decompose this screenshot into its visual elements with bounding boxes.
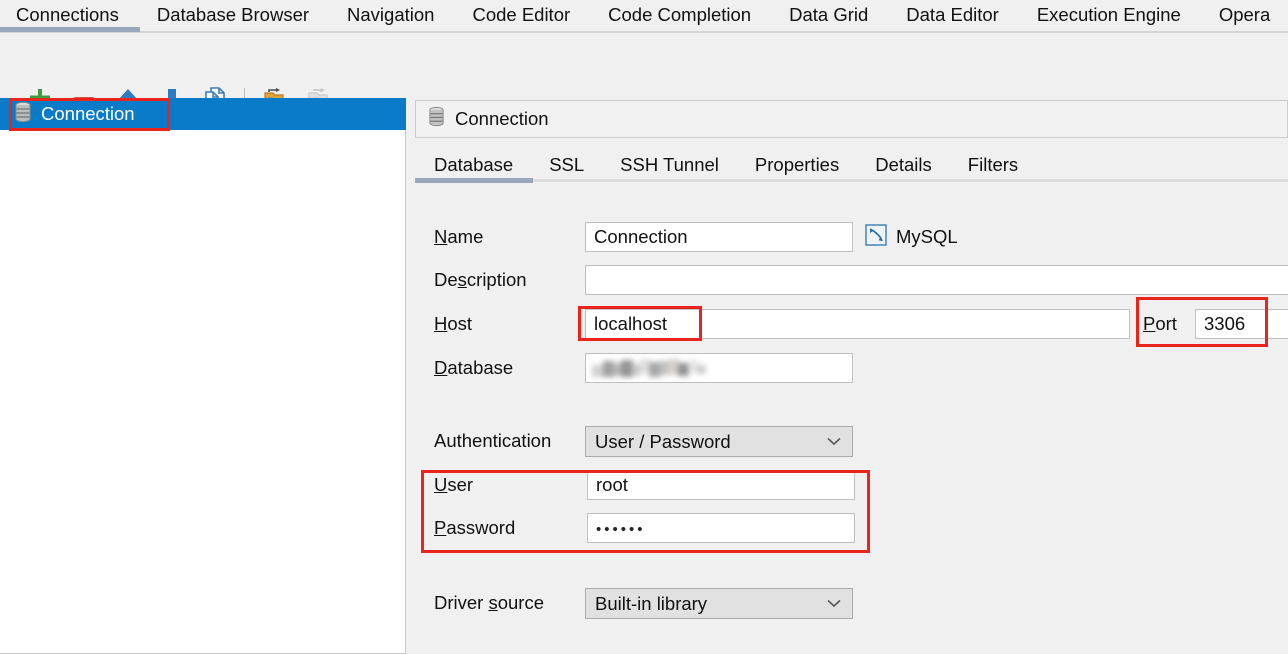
authentication-label: Authentication — [434, 430, 552, 451]
top-tab-database-browser[interactable]: Database Browser — [138, 0, 328, 29]
top-tab-data-grid[interactable]: Data Grid — [770, 0, 887, 29]
panel-tab-properties[interactable]: Properties — [737, 150, 857, 180]
name-input-value: Connection — [594, 226, 688, 247]
connections-list-panel: Connection — [0, 98, 406, 654]
host-input[interactable]: localhost — [585, 309, 1130, 339]
sidebar-item-connection[interactable]: Connection — [0, 98, 406, 130]
password-input-value: •••••• — [596, 521, 646, 538]
connection-details-panel: Connection Database SSL SSH Tunnel Properti… — [415, 98, 1288, 654]
active-panel-tab-indicator — [415, 178, 533, 183]
name-input[interactable]: Connection — [585, 222, 853, 252]
database-icon — [13, 101, 33, 128]
panel-tab-filters[interactable]: Filters — [950, 150, 1036, 180]
top-tab-bar: Connections Database Browser Navigation Cod… — [0, 0, 1288, 33]
panel-tab-list: Database SSL SSH Tunnel Properties Details Fi… — [415, 150, 1288, 180]
port-input[interactable]: 3306 — [1195, 309, 1288, 339]
panel-tab-ssh-tunnel[interactable]: SSH Tunnel — [602, 150, 737, 180]
port-input-value: 3306 — [1204, 313, 1246, 334]
user-label: User — [434, 474, 474, 495]
user-input[interactable]: root — [587, 470, 855, 500]
database-connection-settings-window: Connections Database Browser Navigation Cod… — [0, 0, 1288, 654]
database-value-redacted — [592, 357, 717, 379]
user-input-value: root — [596, 474, 628, 495]
description-label: Description — [434, 269, 527, 290]
password-label: Password — [434, 517, 516, 538]
top-tab-opera[interactable]: Opera — [1200, 0, 1288, 29]
panel-tab-database[interactable]: Database — [415, 150, 531, 180]
active-top-tab-indicator — [0, 27, 140, 32]
name-label: Name — [434, 226, 484, 247]
chevron-down-icon — [827, 427, 841, 456]
description-input[interactable] — [585, 265, 1288, 295]
connections-toolbar — [0, 35, 1288, 114]
driver-source-label: Driver source — [434, 592, 545, 613]
password-input[interactable]: •••••• — [587, 513, 855, 543]
database-icon — [427, 106, 446, 132]
panel-title: Connection — [455, 108, 549, 129]
driver-badge-label: MySQL — [896, 226, 958, 247]
driver-source-select[interactable]: Built-in library — [585, 588, 853, 619]
top-tab-code-completion[interactable]: Code Completion — [589, 0, 770, 29]
mysql-dolphin-icon — [865, 223, 887, 251]
database-label: Database — [434, 357, 514, 378]
sidebar-item-label: Connection — [41, 103, 135, 124]
driver-badge: MySQL — [865, 223, 958, 251]
top-tab-list: Connections Database Browser Navigation Cod… — [0, 0, 1288, 29]
panel-tab-ssl[interactable]: SSL — [531, 150, 602, 180]
host-label: Host — [434, 313, 473, 334]
top-tab-navigation[interactable]: Navigation — [328, 0, 453, 29]
top-tab-code-editor[interactable]: Code Editor — [453, 0, 589, 29]
panel-tab-details[interactable]: Details — [857, 150, 950, 180]
panel-tab-rule — [415, 179, 1288, 182]
database-input[interactable] — [585, 353, 853, 383]
authentication-select[interactable]: User / Password — [585, 426, 853, 457]
driver-source-select-value: Built-in library — [595, 593, 708, 614]
top-tab-data-editor[interactable]: Data Editor — [887, 0, 1018, 29]
host-input-value: localhost — [594, 313, 668, 334]
port-label: Port — [1143, 313, 1177, 334]
chevron-down-icon — [827, 589, 841, 618]
top-tab-execution-engine[interactable]: Execution Engine — [1018, 0, 1200, 29]
authentication-select-value: User / Password — [595, 431, 731, 452]
top-tab-connections[interactable]: Connections — [0, 0, 138, 29]
panel-header: Connection — [415, 100, 1288, 138]
